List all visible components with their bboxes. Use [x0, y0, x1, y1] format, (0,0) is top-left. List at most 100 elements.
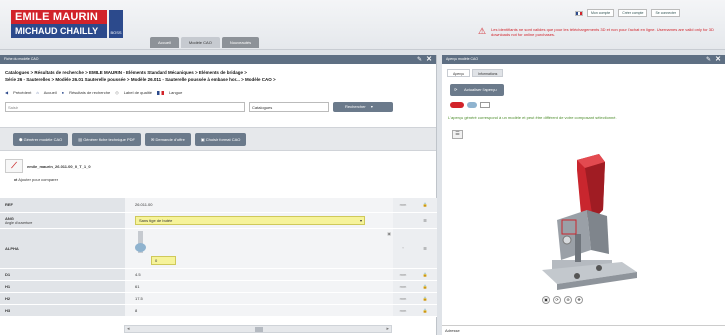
- results-icon: ●: [61, 90, 65, 95]
- scroll-left-icon[interactable]: ◂: [127, 326, 130, 332]
- part-thumbnail[interactable]: ⟋: [5, 159, 23, 173]
- compare-link[interactable]: ⇄ Ajouter pour comparer: [14, 177, 58, 182]
- list-icon[interactable]: ☰: [413, 228, 437, 269]
- param-unit: mm: [393, 304, 413, 317]
- table-row: REF 26.011.00 mm 🔒: [0, 198, 437, 213]
- part-name: emile_maurin_26.011.00_0_T_1_0: [27, 163, 91, 169]
- login-warning: ⚠ Les identifiants ne sont valides que p…: [478, 26, 718, 38]
- left-panel-close-icon[interactable]: ✕: [426, 55, 432, 63]
- update-preview-label: Actualiser l'aperçu: [464, 87, 497, 92]
- brand-logo-emile-maurin[interactable]: EMILE MAURIN: [11, 10, 107, 24]
- main-tabs: Accueil Modèle CAO Nouveautés: [150, 37, 260, 48]
- choose-cad-format-button[interactable]: ▣ Choisir format CAO: [194, 133, 247, 146]
- right-panel-title: Aperçu modèle CAO: [442, 55, 725, 64]
- param-name-cell: ANG Angle d'ouverture: [0, 212, 125, 229]
- param-value: 61: [125, 280, 393, 293]
- warning-icon: ⚠: [478, 26, 487, 36]
- breadcrumb-line-2[interactable]: Série 26 - Sauterelles > Modèle 26.01 Sa…: [5, 76, 430, 83]
- table-row: D1 4.5 mm 🔒: [0, 268, 437, 281]
- request-offer-button[interactable]: ✉ Demande d'offre: [145, 133, 191, 146]
- left-panel-tools-icon[interactable]: ✎: [417, 56, 422, 63]
- update-preview-button[interactable]: ⟳ Actualiser l'aperçu: [450, 84, 504, 96]
- search-button-label: Rechercher: [345, 104, 366, 109]
- slider-handle[interactable]: [135, 242, 146, 252]
- cad-model-preview[interactable]: [537, 150, 647, 315]
- quality-link[interactable]: Label de qualité: [124, 90, 152, 95]
- pan-icon[interactable]: ✥: [575, 296, 583, 304]
- address-bar: Adresse: [442, 325, 725, 335]
- angle-select-value: Sans tige de butée: [139, 217, 173, 223]
- cad-preview-panel: Aperçu modèle CAO ✎ ✕ Aperçu Information…: [442, 55, 725, 335]
- param-subtitle: Angle d'ouverture: [5, 220, 33, 225]
- scroll-thumb[interactable]: [255, 327, 263, 332]
- lock-icon[interactable]: 🔒: [413, 292, 437, 305]
- tab-information[interactable]: Informations: [472, 69, 504, 77]
- search-scope-value: Catalogues: [252, 105, 273, 110]
- compare-label: Ajouter pour comparer: [18, 177, 59, 182]
- right-panel-tools-icon[interactable]: ✎: [706, 56, 711, 63]
- view-mode-icons: [450, 102, 490, 108]
- my-account-link[interactable]: Mon compte: [587, 9, 615, 17]
- param-name: ALPHA: [0, 228, 125, 269]
- parameter-table: REF 26.011.00 mm 🔒 ANG Angle d'ouverture…: [0, 198, 437, 317]
- generate-pdf-label: Générer fiche technique PDF: [83, 137, 135, 142]
- view-2d-icon[interactable]: [480, 102, 490, 108]
- search-button[interactable]: Rechercher ▾: [333, 102, 393, 112]
- view-3d-icon[interactable]: [450, 102, 464, 108]
- home-icon: ⌂: [36, 90, 39, 95]
- tab-cad-model[interactable]: Modèle CAO: [180, 37, 220, 48]
- search-input[interactable]: Saisir: [5, 102, 245, 112]
- results-link[interactable]: Résultats de recherche: [69, 90, 110, 95]
- language-link[interactable]: Langue: [169, 90, 182, 95]
- view-3d-alt-icon[interactable]: [467, 102, 477, 108]
- part-header: ⟋ emile_maurin_26.011.00_0_T_1_0: [5, 159, 91, 173]
- flag-icon[interactable]: [575, 10, 583, 16]
- rotate-icon[interactable]: ⟳: [553, 296, 561, 304]
- lock-icon[interactable]: 🔒: [413, 304, 437, 317]
- angle-select[interactable]: Sans tige de butée ▾: [135, 215, 365, 225]
- scroll-right-icon[interactable]: ▸: [386, 326, 389, 332]
- clamp-body: [542, 210, 637, 290]
- login-link[interactable]: Se connecter: [651, 9, 681, 17]
- preview-settings-icon[interactable]: ☰: [452, 130, 463, 139]
- right-panel-close-icon[interactable]: ✕: [715, 55, 721, 63]
- fit-view-icon[interactable]: ▣: [542, 296, 550, 304]
- left-panel-title: Fiche du modèle CAO: [0, 55, 436, 64]
- preview-note: L'aperçu généré correspond à un modèle e…: [448, 115, 617, 120]
- param-value: 17.5: [125, 292, 393, 305]
- generate-cad-button[interactable]: ⬢ Générer modèle CAO: [13, 133, 69, 146]
- list-icon[interactable]: ☰: [413, 212, 437, 229]
- param-unit: mm: [393, 292, 413, 305]
- breadcrumb-line-1[interactable]: Catalogues > Résultats de recherche > EM…: [5, 69, 430, 76]
- home-link[interactable]: Accueil: [44, 90, 57, 95]
- lock-icon[interactable]: 🔒: [413, 198, 437, 213]
- chevron-down-icon: ▾: [359, 217, 362, 223]
- param-value-cell: 0 ▣: [125, 228, 393, 269]
- table-row: H2 17.5 mm 🔒: [0, 292, 437, 305]
- chevron-down-icon: ▾: [370, 104, 373, 109]
- horizontal-scrollbar[interactable]: ◂ ▸: [124, 325, 392, 333]
- generate-pdf-button[interactable]: ▤ Générer fiche technique PDF: [72, 133, 141, 146]
- brand-logo-michaud-chailly[interactable]: MICHAUD CHAILLY: [11, 24, 107, 38]
- brand-logo-mark: BOSS: [109, 10, 123, 38]
- param-value-cell: Sans tige de butée ▾: [125, 212, 393, 229]
- param-name: D1: [0, 268, 125, 281]
- back-link[interactable]: Précédent: [13, 90, 31, 95]
- alpha-input[interactable]: 0: [151, 255, 176, 265]
- param-unit: [393, 212, 413, 229]
- quality-icon: ◎: [115, 90, 119, 95]
- zoom-icon[interactable]: ⊕: [564, 296, 572, 304]
- search-scope-select[interactable]: Catalogues: [249, 102, 329, 112]
- lock-icon[interactable]: 🔒: [413, 280, 437, 293]
- tab-home[interactable]: Accueil: [150, 37, 179, 48]
- collapse-icon[interactable]: ▣: [387, 231, 391, 236]
- lock-icon[interactable]: 🔒: [413, 268, 437, 281]
- cad-model-sheet-panel: Fiche du modèle CAO ✎ ✕ Catalogues > Rés…: [0, 55, 437, 335]
- tab-news[interactable]: Nouveautés: [221, 37, 260, 48]
- tab-preview[interactable]: Aperçu: [447, 69, 471, 77]
- param-name: H1: [0, 280, 125, 293]
- table-row: H3 8 mm 🔒: [0, 304, 437, 317]
- param-name: H2: [0, 292, 125, 305]
- create-account-link[interactable]: Créer compte: [618, 9, 648, 17]
- param-value: 8: [125, 304, 393, 317]
